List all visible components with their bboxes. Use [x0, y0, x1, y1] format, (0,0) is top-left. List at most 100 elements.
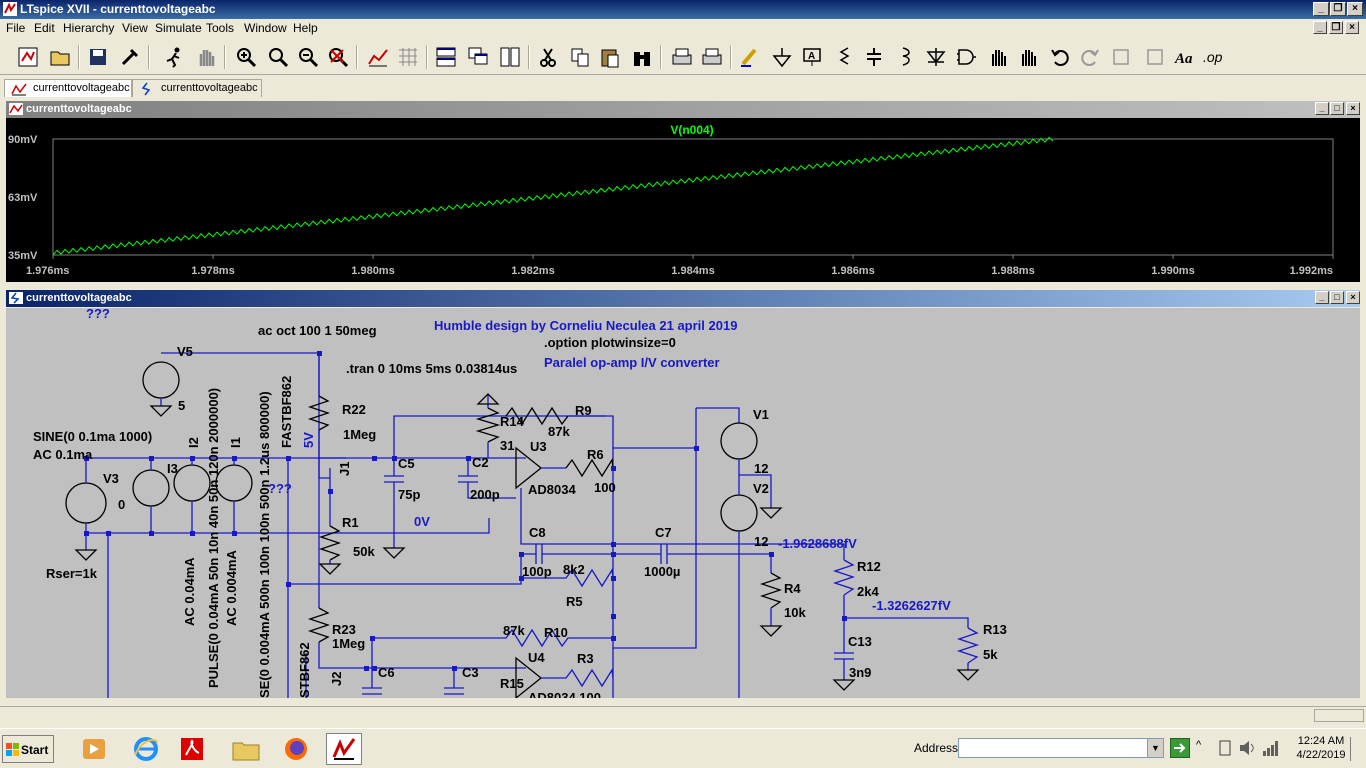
go-arrow-icon[interactable]	[1170, 738, 1190, 758]
r9-label[interactable]: R9	[575, 403, 592, 418]
spice-directive-icon[interactable]: .op	[1200, 43, 1228, 71]
node-voltage-2[interactable]: -1.3262627fV	[872, 598, 951, 613]
r6-value[interactable]: 100	[594, 480, 616, 495]
control-panel-icon[interactable]	[116, 43, 144, 71]
menu-help[interactable]: Help	[293, 21, 318, 35]
minimize-button[interactable]: _	[1313, 2, 1329, 16]
close-button[interactable]: ×	[1347, 2, 1363, 16]
i2-label[interactable]: I2	[186, 437, 201, 448]
mirror-icon[interactable]	[1140, 43, 1168, 71]
u3-value[interactable]: AD8034	[528, 482, 576, 497]
find-binoculars-icon[interactable]	[628, 43, 656, 71]
r22-label[interactable]: R22	[342, 402, 366, 417]
i1-pulse-spec[interactable]: SE(0 0.004mA 500n 100n 100n 500n 1.2us 8…	[257, 391, 272, 698]
label-net-icon[interactable]: A	[798, 43, 826, 71]
zoom-in-icon[interactable]	[232, 43, 260, 71]
r5-label[interactable]: R5	[566, 594, 583, 609]
schematic-canvas[interactable]: ??? ac oct 100 1 50meg Humble design by …	[6, 308, 1360, 698]
i3-label[interactable]: I3	[167, 461, 178, 476]
schematic-maximize-button[interactable]: □	[1330, 291, 1344, 304]
copy-icon[interactable]	[566, 43, 594, 71]
tile-horizontal-icon[interactable]	[432, 43, 460, 71]
r13-label[interactable]: R13	[983, 622, 1007, 637]
r4-label[interactable]: R4	[784, 581, 801, 596]
capacitor-icon[interactable]	[860, 43, 888, 71]
rotate-icon[interactable]	[1108, 43, 1136, 71]
address-input[interactable]: ▼	[958, 738, 1164, 758]
open-folder-icon[interactable]	[46, 43, 74, 71]
redo-icon[interactable]	[1076, 43, 1104, 71]
r14-label[interactable]: R14	[500, 414, 524, 429]
node-voltage-1[interactable]: -1.9628688fV	[778, 536, 857, 551]
menu-view[interactable]: View	[122, 21, 148, 35]
diode-icon[interactable]	[922, 43, 950, 71]
mdi-close-button[interactable]: ×	[1345, 21, 1359, 34]
restore-button[interactable]: ❐	[1330, 2, 1346, 16]
r10-value[interactable]: 87k	[503, 623, 525, 638]
r4-value[interactable]: 10k	[784, 605, 806, 620]
sine-spec[interactable]: SINE(0 0.1ma 1000)	[33, 429, 152, 444]
j1-label[interactable]: J1	[337, 462, 352, 476]
cascade-icon[interactable]	[464, 43, 492, 71]
waveform-plot-pane[interactable]: V(n004) 90mV 63mV 35mV 1.976ms 1.978ms 1.980…	[6, 118, 1360, 282]
tab-schematic[interactable]: currenttovoltageabc	[132, 79, 262, 97]
menu-hierarchy[interactable]: Hierarchy	[63, 21, 114, 35]
rser-label[interactable]: Rser=1k	[46, 566, 97, 581]
c8-value[interactable]: 100p	[522, 564, 552, 579]
cut-icon[interactable]	[534, 43, 562, 71]
system-clock[interactable]: 12:24 AM 4/22/2019	[1290, 734, 1352, 762]
grid-icon[interactable]	[394, 43, 422, 71]
plot-window-titlebar[interactable]: currenttovoltageabc _ □ ×	[6, 101, 1360, 118]
c13-label[interactable]: C13	[848, 634, 872, 649]
stbf862-label[interactable]: STBF862	[297, 642, 312, 698]
v1-label[interactable]: V1	[753, 407, 769, 422]
u3-label[interactable]: U3	[530, 439, 547, 454]
r10-label[interactable]: R10	[544, 625, 568, 640]
i1-label[interactable]: I1	[228, 437, 243, 448]
autorange-icon[interactable]	[364, 43, 392, 71]
menu-file[interactable]: File	[6, 21, 25, 35]
start-button[interactable]: Start	[2, 735, 54, 763]
r1-value[interactable]: 50k	[353, 544, 375, 559]
v2-value[interactable]: 12	[754, 534, 768, 549]
ac-spec[interactable]: AC 0.1ma	[33, 447, 92, 462]
pan-icon[interactable]	[264, 43, 292, 71]
r14-value[interactable]: 31	[500, 438, 514, 453]
schematic-close-button[interactable]: ×	[1346, 291, 1360, 304]
menu-simulate[interactable]: Simulate	[155, 21, 202, 35]
v5-label[interactable]: V5	[177, 344, 193, 359]
c6-label[interactable]: C6	[378, 665, 395, 680]
r23-label[interactable]: R23	[332, 622, 356, 637]
r9-value[interactable]: 87k	[548, 424, 570, 439]
c7-value[interactable]: 1000µ	[644, 564, 680, 579]
c5-value[interactable]: 75p	[398, 487, 420, 502]
print-icon[interactable]	[668, 43, 696, 71]
paste-icon[interactable]	[596, 43, 624, 71]
move-hand-icon[interactable]	[984, 43, 1012, 71]
inductor-icon[interactable]	[890, 43, 918, 71]
tran-directive[interactable]: .tran 0 10ms 5ms 0.03814us	[346, 361, 517, 376]
mdi-minimize-button[interactable]: _	[1313, 21, 1327, 34]
five-volt-label[interactable]: 5V	[301, 432, 316, 448]
draw-wire-icon[interactable]	[736, 43, 764, 71]
description-comment[interactable]: Paralel op-amp I/V converter	[544, 355, 720, 370]
i1-ac-spec[interactable]: AC 0.004mA	[224, 550, 239, 626]
c3-label[interactable]: C3	[462, 665, 479, 680]
show-desktop-button[interactable]	[1350, 737, 1358, 761]
r22-value[interactable]: 1Meg	[343, 427, 376, 442]
r23-value[interactable]: 1Meg	[332, 636, 365, 651]
r1-label[interactable]: R1	[342, 515, 359, 530]
v3-value[interactable]: 0	[118, 497, 125, 512]
i2-ac-spec[interactable]: AC 0.04mA	[182, 557, 197, 626]
menu-window[interactable]: Window	[244, 21, 287, 35]
u4-value[interactable]: AD8034 100	[528, 690, 601, 698]
zero-volt-label[interactable]: 0V	[414, 514, 430, 529]
c2-value[interactable]: 200p	[470, 487, 500, 502]
zoom-full-icon[interactable]	[324, 43, 352, 71]
r12-label[interactable]: R12	[857, 559, 881, 574]
new-schematic-icon[interactable]	[14, 43, 42, 71]
internet-explorer-icon[interactable]	[128, 733, 164, 765]
firefox-icon[interactable]	[278, 733, 314, 765]
u4-label[interactable]: U4	[528, 650, 545, 665]
show-hidden-icons-icon[interactable]: ^	[1196, 739, 1208, 755]
